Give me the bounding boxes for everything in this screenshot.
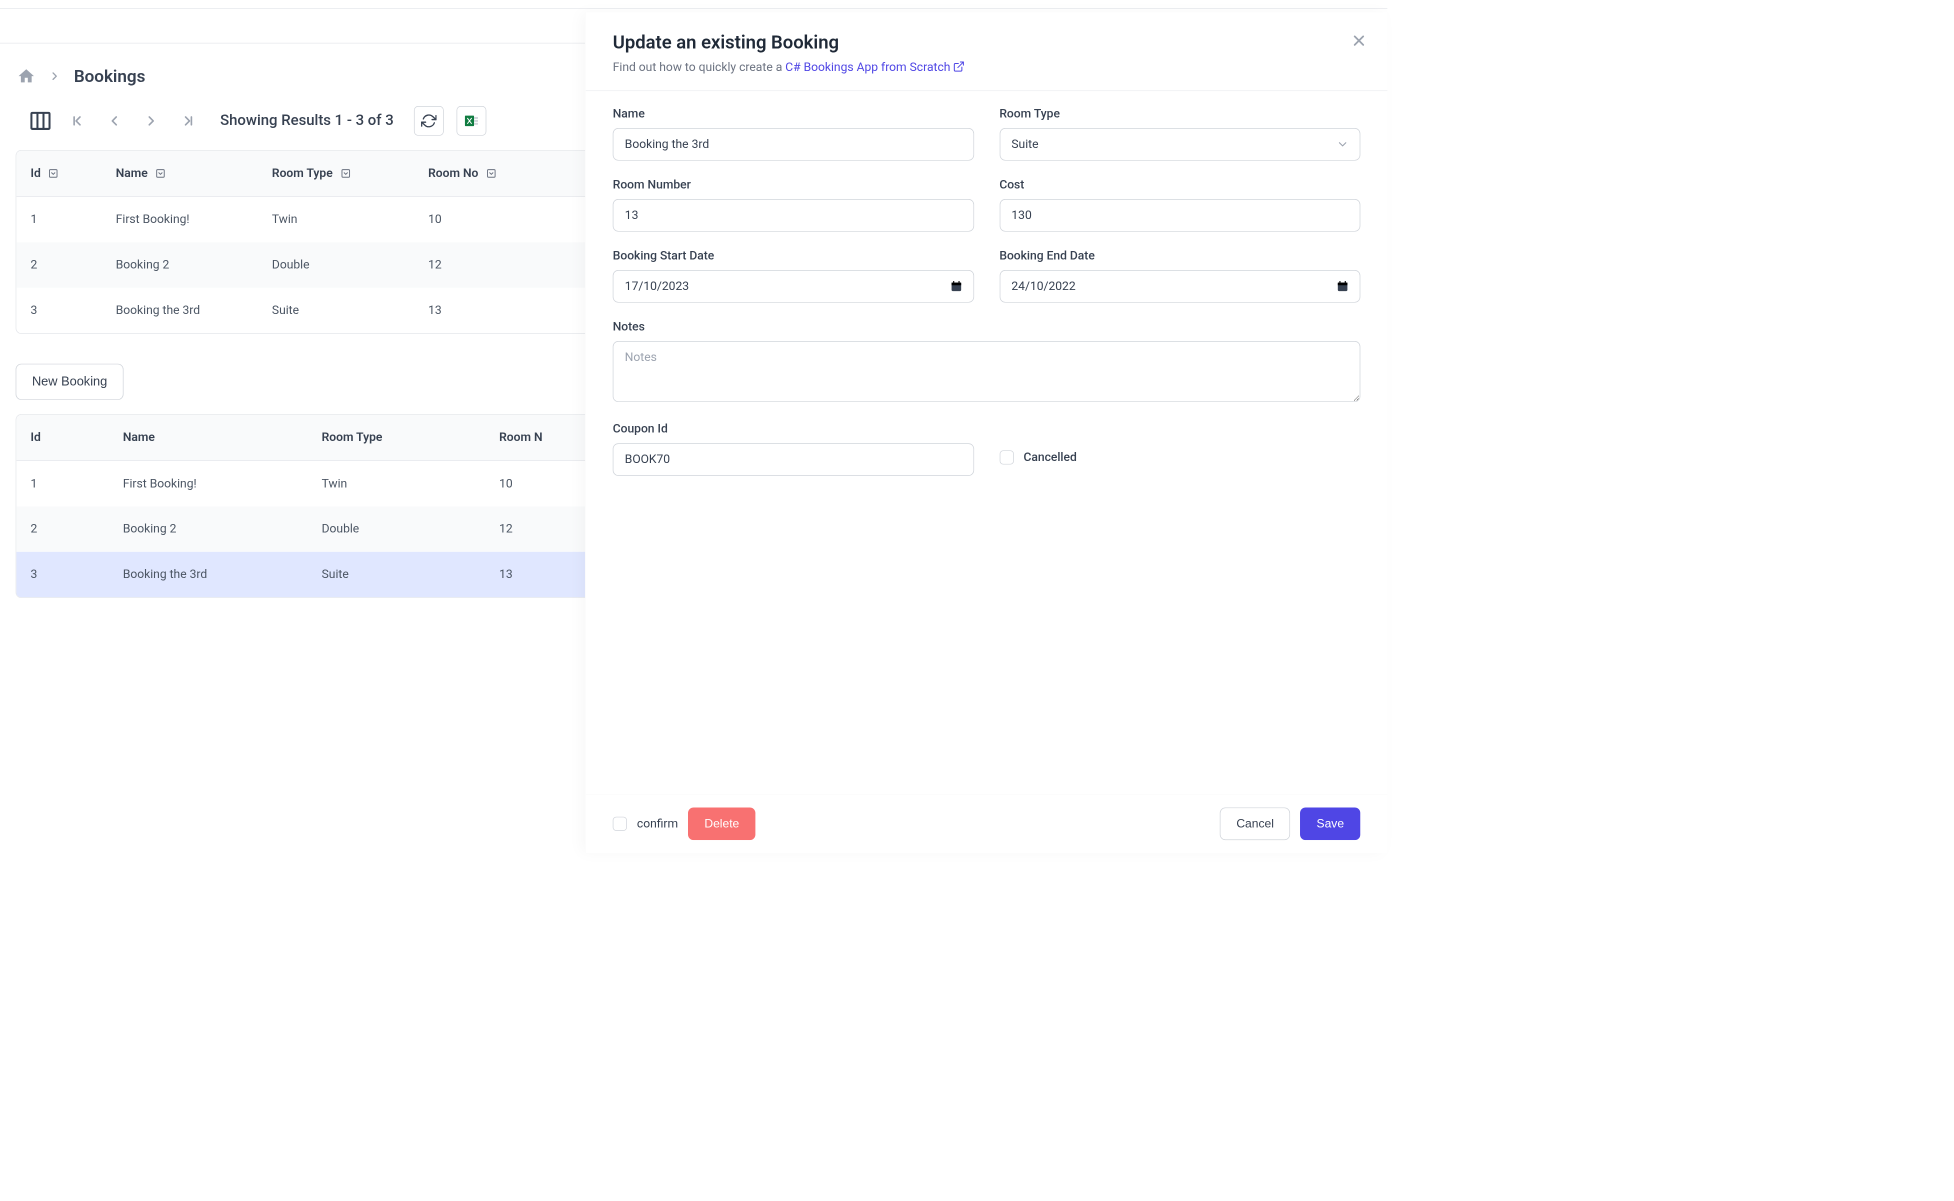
room-number-field[interactable] (613, 199, 974, 232)
name-field[interactable] (613, 128, 974, 161)
page-prev-button[interactable] (102, 109, 126, 133)
cancelled-label: Cancelled (1023, 450, 1076, 464)
close-button[interactable] (1350, 32, 1367, 51)
delete-button[interactable]: Delete (688, 807, 756, 840)
notes-field[interactable] (613, 341, 1361, 402)
chevron-down-icon (485, 168, 496, 179)
start-date-label: Booking Start Date (613, 249, 974, 263)
cost-field[interactable] (999, 199, 1360, 232)
chevron-down-icon (340, 168, 351, 179)
col-header-room-type[interactable]: Room Type (258, 151, 414, 196)
page-last-button[interactable] (176, 109, 200, 133)
tutorial-link[interactable]: C# Bookings App from Scratch (785, 61, 964, 75)
page-next-button[interactable] (139, 109, 163, 133)
page-first-button[interactable] (65, 109, 89, 133)
chevron-down-icon (48, 168, 59, 179)
chevron-right-icon (48, 70, 61, 83)
notes-label: Notes (613, 320, 1361, 334)
name-label: Name (613, 107, 974, 121)
external-link-icon (953, 61, 965, 73)
col-header-name[interactable]: Name (102, 151, 258, 196)
refresh-button[interactable] (414, 106, 444, 136)
page-title: Bookings (74, 66, 145, 86)
col-header-name[interactable]: Name (109, 415, 308, 460)
coupon-id-field[interactable] (613, 443, 974, 476)
col-header-id[interactable]: Id (16, 151, 101, 196)
export-excel-button[interactable] (456, 106, 486, 136)
columns-icon[interactable] (28, 109, 52, 133)
excel-icon (463, 113, 479, 129)
confirm-label: confirm (637, 817, 678, 831)
drawer-subtitle: Find out how to quickly create a C# Book… (613, 61, 1361, 75)
close-icon (1350, 32, 1367, 49)
end-date-label: Booking End Date (999, 249, 1360, 263)
coupon-id-label: Coupon Id (613, 422, 974, 436)
edit-booking-drawer: Update an existing Booking Find out how … (585, 12, 1387, 853)
col-header-id[interactable]: Id (16, 415, 108, 460)
cancel-button[interactable]: Cancel (1220, 807, 1290, 840)
new-booking-button[interactable]: New Booking (16, 364, 124, 400)
results-text: Showing Results 1 - 3 of 3 (220, 112, 394, 129)
drawer-title: Update an existing Booking (613, 32, 1361, 53)
save-button[interactable]: Save (1300, 807, 1360, 840)
start-date-field[interactable] (613, 270, 974, 303)
chevron-down-icon (155, 168, 166, 179)
col-header-room-no[interactable]: Room No (414, 151, 556, 196)
room-type-select[interactable]: Suite (999, 128, 1360, 161)
col-header-room-type[interactable]: Room Type (307, 415, 485, 460)
end-date-field[interactable] (999, 270, 1360, 303)
cost-label: Cost (999, 178, 1360, 192)
room-number-label: Room Number (613, 178, 974, 192)
confirm-checkbox[interactable] (613, 817, 627, 831)
room-type-label: Room Type (999, 107, 1360, 121)
cancelled-checkbox[interactable] (999, 450, 1013, 464)
home-icon[interactable] (17, 67, 35, 85)
